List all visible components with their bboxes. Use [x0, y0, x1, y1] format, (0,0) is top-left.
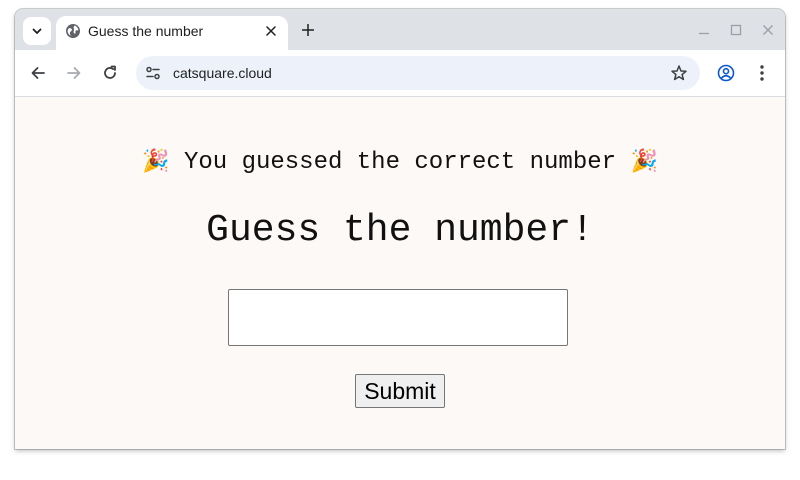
- arrow-right-icon: [67, 67, 81, 79]
- globe-icon: [66, 24, 80, 38]
- tab-strip: Guess the number: [15, 9, 785, 50]
- chevron-down-icon: [32, 28, 42, 34]
- maximize-button[interactable]: [728, 22, 744, 38]
- new-tab-button[interactable]: [298, 20, 318, 40]
- party-popper-icon: 🎉: [142, 149, 170, 174]
- close-icon: [763, 25, 773, 35]
- tab-title: Guess the number: [88, 23, 204, 39]
- site-settings-icon[interactable]: [145, 65, 161, 81]
- address-bar[interactable]: catsquare.cloud: [136, 56, 700, 90]
- tab-close-button[interactable]: [262, 22, 280, 40]
- bookmark-star-icon[interactable]: [670, 64, 688, 82]
- reload-icon: [104, 65, 116, 79]
- page-title: Guess the number!: [206, 209, 594, 252]
- active-tab[interactable]: Guess the number: [56, 16, 288, 50]
- back-button[interactable]: [27, 62, 49, 84]
- close-icon: [266, 26, 276, 36]
- maximize-icon: [730, 24, 742, 36]
- account-icon: [717, 64, 735, 82]
- submit-button[interactable]: Submit: [355, 374, 445, 408]
- tab-search-button[interactable]: [23, 17, 51, 45]
- plus-icon: [302, 24, 314, 36]
- forward-button[interactable]: [63, 62, 85, 84]
- url-text: catsquare.cloud: [173, 65, 272, 81]
- close-window-button[interactable]: [760, 22, 776, 38]
- profile-button[interactable]: [715, 62, 737, 84]
- guess-input[interactable]: [228, 289, 568, 346]
- browser-window: Guess the number catsquare.cloud 🎉 You g…: [15, 9, 785, 449]
- minimize-button[interactable]: [696, 22, 712, 38]
- minimize-icon: [699, 32, 709, 35]
- browser-toolbar: catsquare.cloud: [15, 50, 785, 97]
- reload-button[interactable]: [99, 62, 121, 84]
- party-popper-icon: 🎉: [630, 149, 658, 174]
- browser-menu-button[interactable]: [751, 62, 773, 84]
- more-vert-icon: [760, 65, 764, 81]
- arrow-left-icon: [31, 67, 45, 79]
- result-message: 🎉 You guessed the correct number 🎉: [15, 147, 785, 178]
- result-message-text: You guessed the correct number: [183, 149, 617, 176]
- page-content: 🎉 You guessed the correct number 🎉 Guess…: [15, 97, 785, 449]
